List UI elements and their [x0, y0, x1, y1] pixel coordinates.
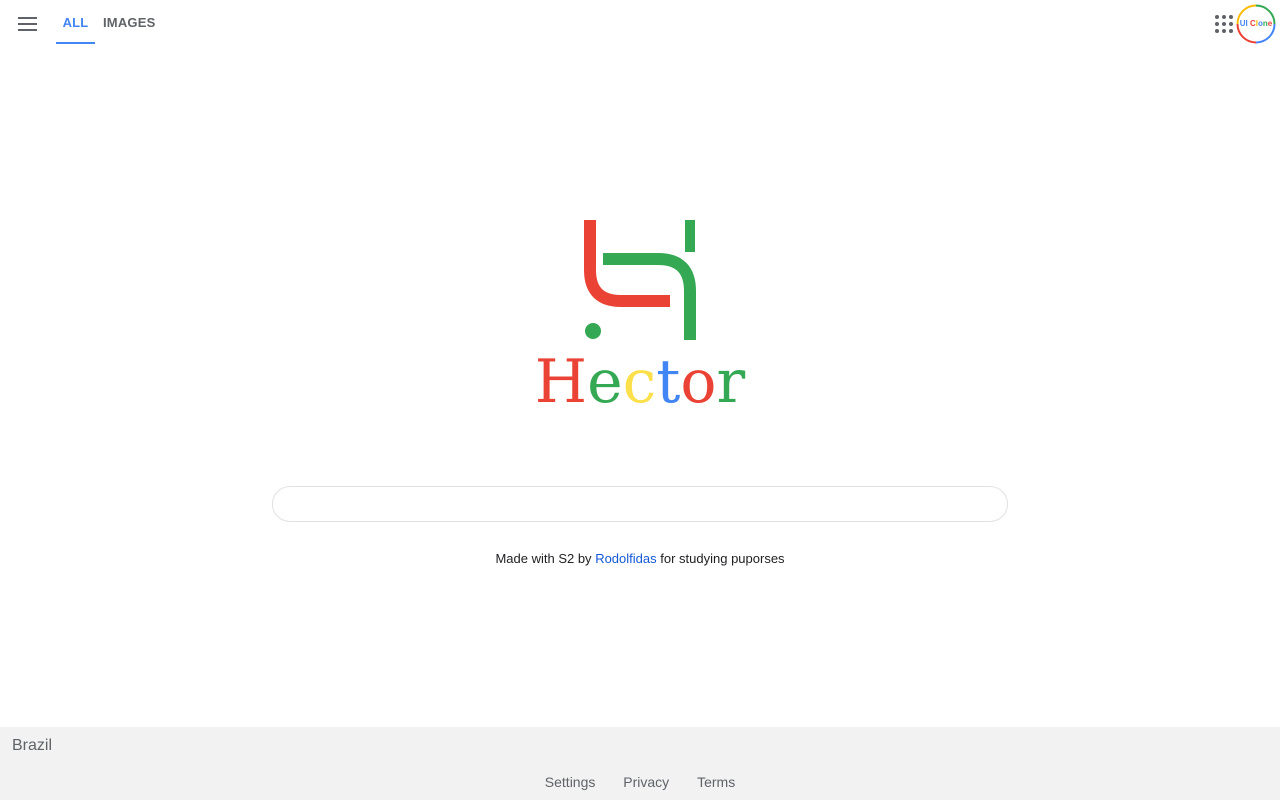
menu-line	[18, 17, 37, 19]
brand-letter: o	[680, 347, 717, 417]
author-link[interactable]: Rodolfidas	[595, 551, 656, 566]
menu-line	[18, 29, 37, 31]
brand-letter: r	[716, 347, 746, 417]
country-label: Brazil	[12, 737, 53, 754]
site-logo: Hector	[530, 212, 750, 412]
credit-suffix: for studying puporses	[660, 551, 785, 566]
hamburger-menu-icon[interactable]	[16, 14, 40, 34]
search-input[interactable]	[293, 487, 987, 521]
footer: Brazil Settings Privacy Terms	[0, 727, 1280, 800]
search-home-page: ALL IMAGES UI Clone Hector Made with S2 …	[0, 0, 1280, 800]
tab-all[interactable]: ALL	[56, 0, 95, 44]
tab-images[interactable]: IMAGES	[103, 0, 155, 44]
hector-mark-icon	[584, 220, 696, 340]
brand-letter: H	[534, 347, 588, 417]
brand-letter: t	[656, 347, 681, 417]
search-box[interactable]	[272, 486, 1008, 522]
brand-wordmark: Hector	[530, 352, 750, 412]
credit-prefix: Made with S2 by	[495, 551, 592, 566]
privacy-link[interactable]: Privacy	[623, 774, 669, 790]
footer-links: Settings Privacy Terms	[0, 774, 1280, 790]
brand-letter: e	[587, 347, 623, 417]
avatar-label: UI Clone	[1236, 4, 1276, 44]
apps-grid-icon[interactable]	[1215, 15, 1233, 33]
menu-line	[18, 23, 37, 25]
avatar-text: UI Clone	[1239, 19, 1273, 28]
terms-link[interactable]: Terms	[697, 774, 735, 790]
credit-line: Made with S2 by Rodolfidas for studying …	[0, 551, 1280, 566]
brand-letter: c	[622, 347, 657, 417]
settings-link[interactable]: Settings	[545, 774, 596, 790]
top-bar: ALL IMAGES UI Clone	[0, 0, 1280, 46]
avatar[interactable]: UI Clone	[1236, 4, 1276, 44]
